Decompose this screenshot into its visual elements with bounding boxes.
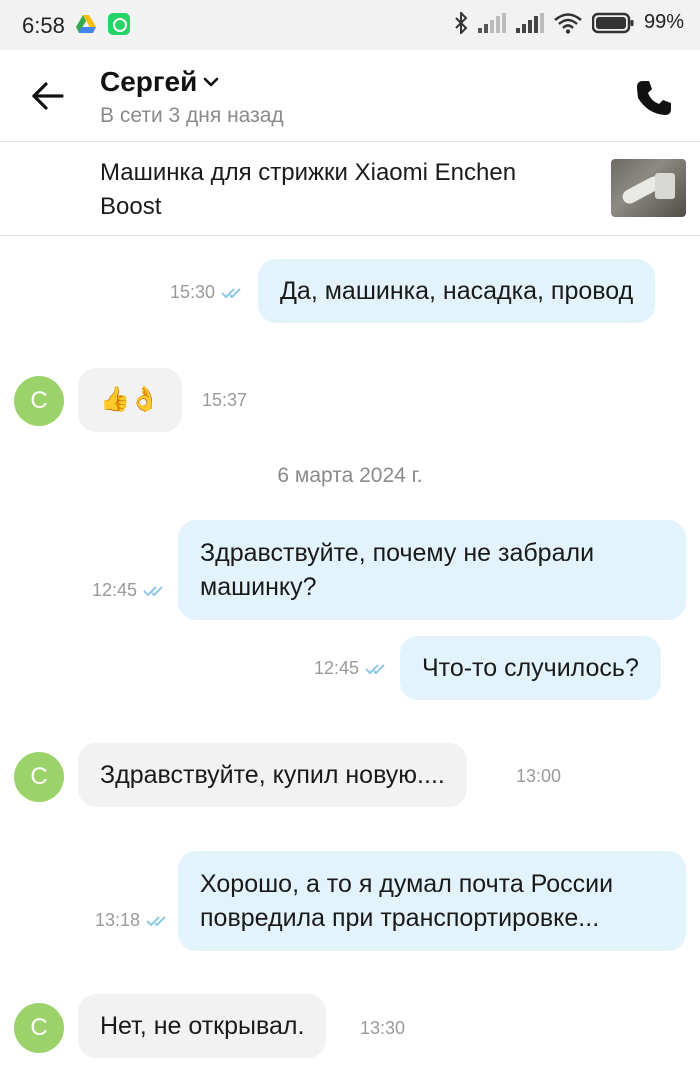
battery-percent: 99% [643, 11, 684, 33]
chat-header: Сергей В сети 3 дня назад [0, 50, 700, 142]
avatar[interactable]: С [14, 1003, 64, 1053]
incoming-message[interactable]: Нет, не открывал. [78, 994, 327, 1058]
message-time: 13:30 [360, 1018, 406, 1038]
message-time: 12:45 [314, 658, 391, 679]
contact-status: В сети 3 дня назад [100, 104, 284, 127]
avatar[interactable]: С [14, 752, 64, 802]
outgoing-message[interactable]: Что-то случилось? [400, 636, 661, 700]
back-arrow-icon[interactable] [30, 80, 66, 112]
read-ticks-icon [143, 585, 163, 596]
message-time: 15:37 [202, 390, 248, 410]
wifi-icon [554, 12, 582, 34]
contact-name: Сергей [100, 66, 198, 97]
incoming-message[interactable]: Здравствуйте, купил новую.... [78, 743, 467, 807]
google-drive-icon [76, 15, 96, 33]
contact-name-dropdown[interactable]: Сергей [100, 66, 219, 98]
listing-thumbnail[interactable] [611, 159, 686, 217]
message-time: 12:45 [92, 580, 169, 601]
listing-banner[interactable]: Машинка для стрижки Xiaomi Enchen Boost [0, 142, 700, 236]
outgoing-message[interactable]: Хорошо, а то я думал почта России повред… [178, 851, 686, 951]
read-ticks-icon [221, 287, 241, 298]
read-ticks-icon [365, 663, 385, 674]
whatsapp-icon [108, 13, 130, 35]
chevron-down-icon [204, 77, 219, 87]
avatar[interactable]: С [14, 376, 64, 426]
message-time: 13:18 [95, 910, 172, 931]
message-time: 15:30 [170, 282, 247, 303]
outgoing-message[interactable]: Здравствуйте, почему не забрали машинку? [178, 520, 686, 620]
phone-icon[interactable] [634, 78, 674, 118]
status-bar: 6:58 99% [0, 0, 700, 50]
listing-title: Машинка для стрижки Xiaomi Enchen Boost [100, 159, 517, 220]
status-right-group: 99% [454, 11, 684, 34]
incoming-message[interactable]: 👍👌 [78, 368, 182, 432]
date-separator: 6 марта 2024 г. [277, 464, 423, 487]
battery-icon [591, 12, 634, 33]
bluetooth-icon [455, 11, 468, 34]
outgoing-message[interactable]: Да, машинка, насадка, провод [258, 259, 656, 323]
message-time: 13:00 [516, 766, 562, 786]
signal-icon [515, 12, 544, 33]
status-time: 6:58 [22, 13, 65, 38]
read-ticks-icon [146, 915, 166, 926]
signal-icon [477, 12, 506, 33]
